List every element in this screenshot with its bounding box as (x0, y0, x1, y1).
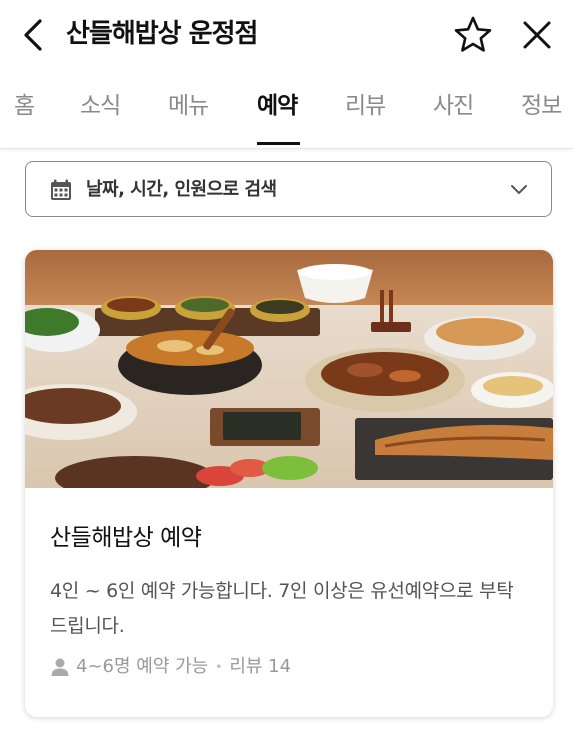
capacity-text: 4~6명 예약 가능 (76, 656, 209, 677)
reservation-card[interactable]: 산들해밥상 예약 4인 ~ 6인 예약 가능합니다. 7인 이상은 유선예약으로… (25, 250, 553, 717)
tab-news[interactable]: 소식 (80, 88, 121, 124)
tab-home[interactable]: 홈 (14, 88, 35, 124)
search-label: 날짜, 시간, 인원으로 검색 (86, 179, 277, 200)
active-tab-indicator (257, 142, 300, 145)
back-button[interactable] (18, 17, 52, 53)
calendar-icon (51, 179, 71, 200)
tab-reviews[interactable]: 리뷰 (345, 88, 386, 124)
card-title: 산들해밥상 예약 (50, 525, 202, 551)
tab-bar: 홈 소식 메뉴 예약 리뷰 사진 정보 (0, 70, 573, 149)
page-title: 산들해밥상 운정점 (66, 19, 258, 49)
close-icon (523, 21, 551, 49)
tab-info[interactable]: 정보 (521, 88, 562, 124)
person-icon (51, 658, 69, 676)
card-meta: 4~6명 예약 가능 • 리뷰 14 (50, 652, 291, 682)
tab-reservation[interactable]: 예약 (257, 88, 298, 124)
food-photo (25, 250, 553, 488)
reservation-search-dropdown[interactable]: 날짜, 시간, 인원으로 검색 (25, 161, 552, 217)
star-outline-icon (454, 16, 492, 52)
review-count: 리뷰 14 (229, 656, 292, 677)
card-description: 4인 ~ 6인 예약 가능합니다. 7인 이상은 유선예약으로 부탁드립니다. (50, 580, 514, 637)
app-header: 산들해밥상 운정점 (0, 0, 573, 70)
chevron-left-icon (24, 19, 42, 51)
favorite-button[interactable] (452, 14, 494, 56)
tab-menu[interactable]: 메뉴 (168, 88, 209, 124)
tab-photos[interactable]: 사진 (433, 88, 474, 124)
close-button[interactable] (518, 16, 556, 54)
chevron-down-icon (511, 185, 527, 194)
meta-separator: • (215, 660, 223, 674)
